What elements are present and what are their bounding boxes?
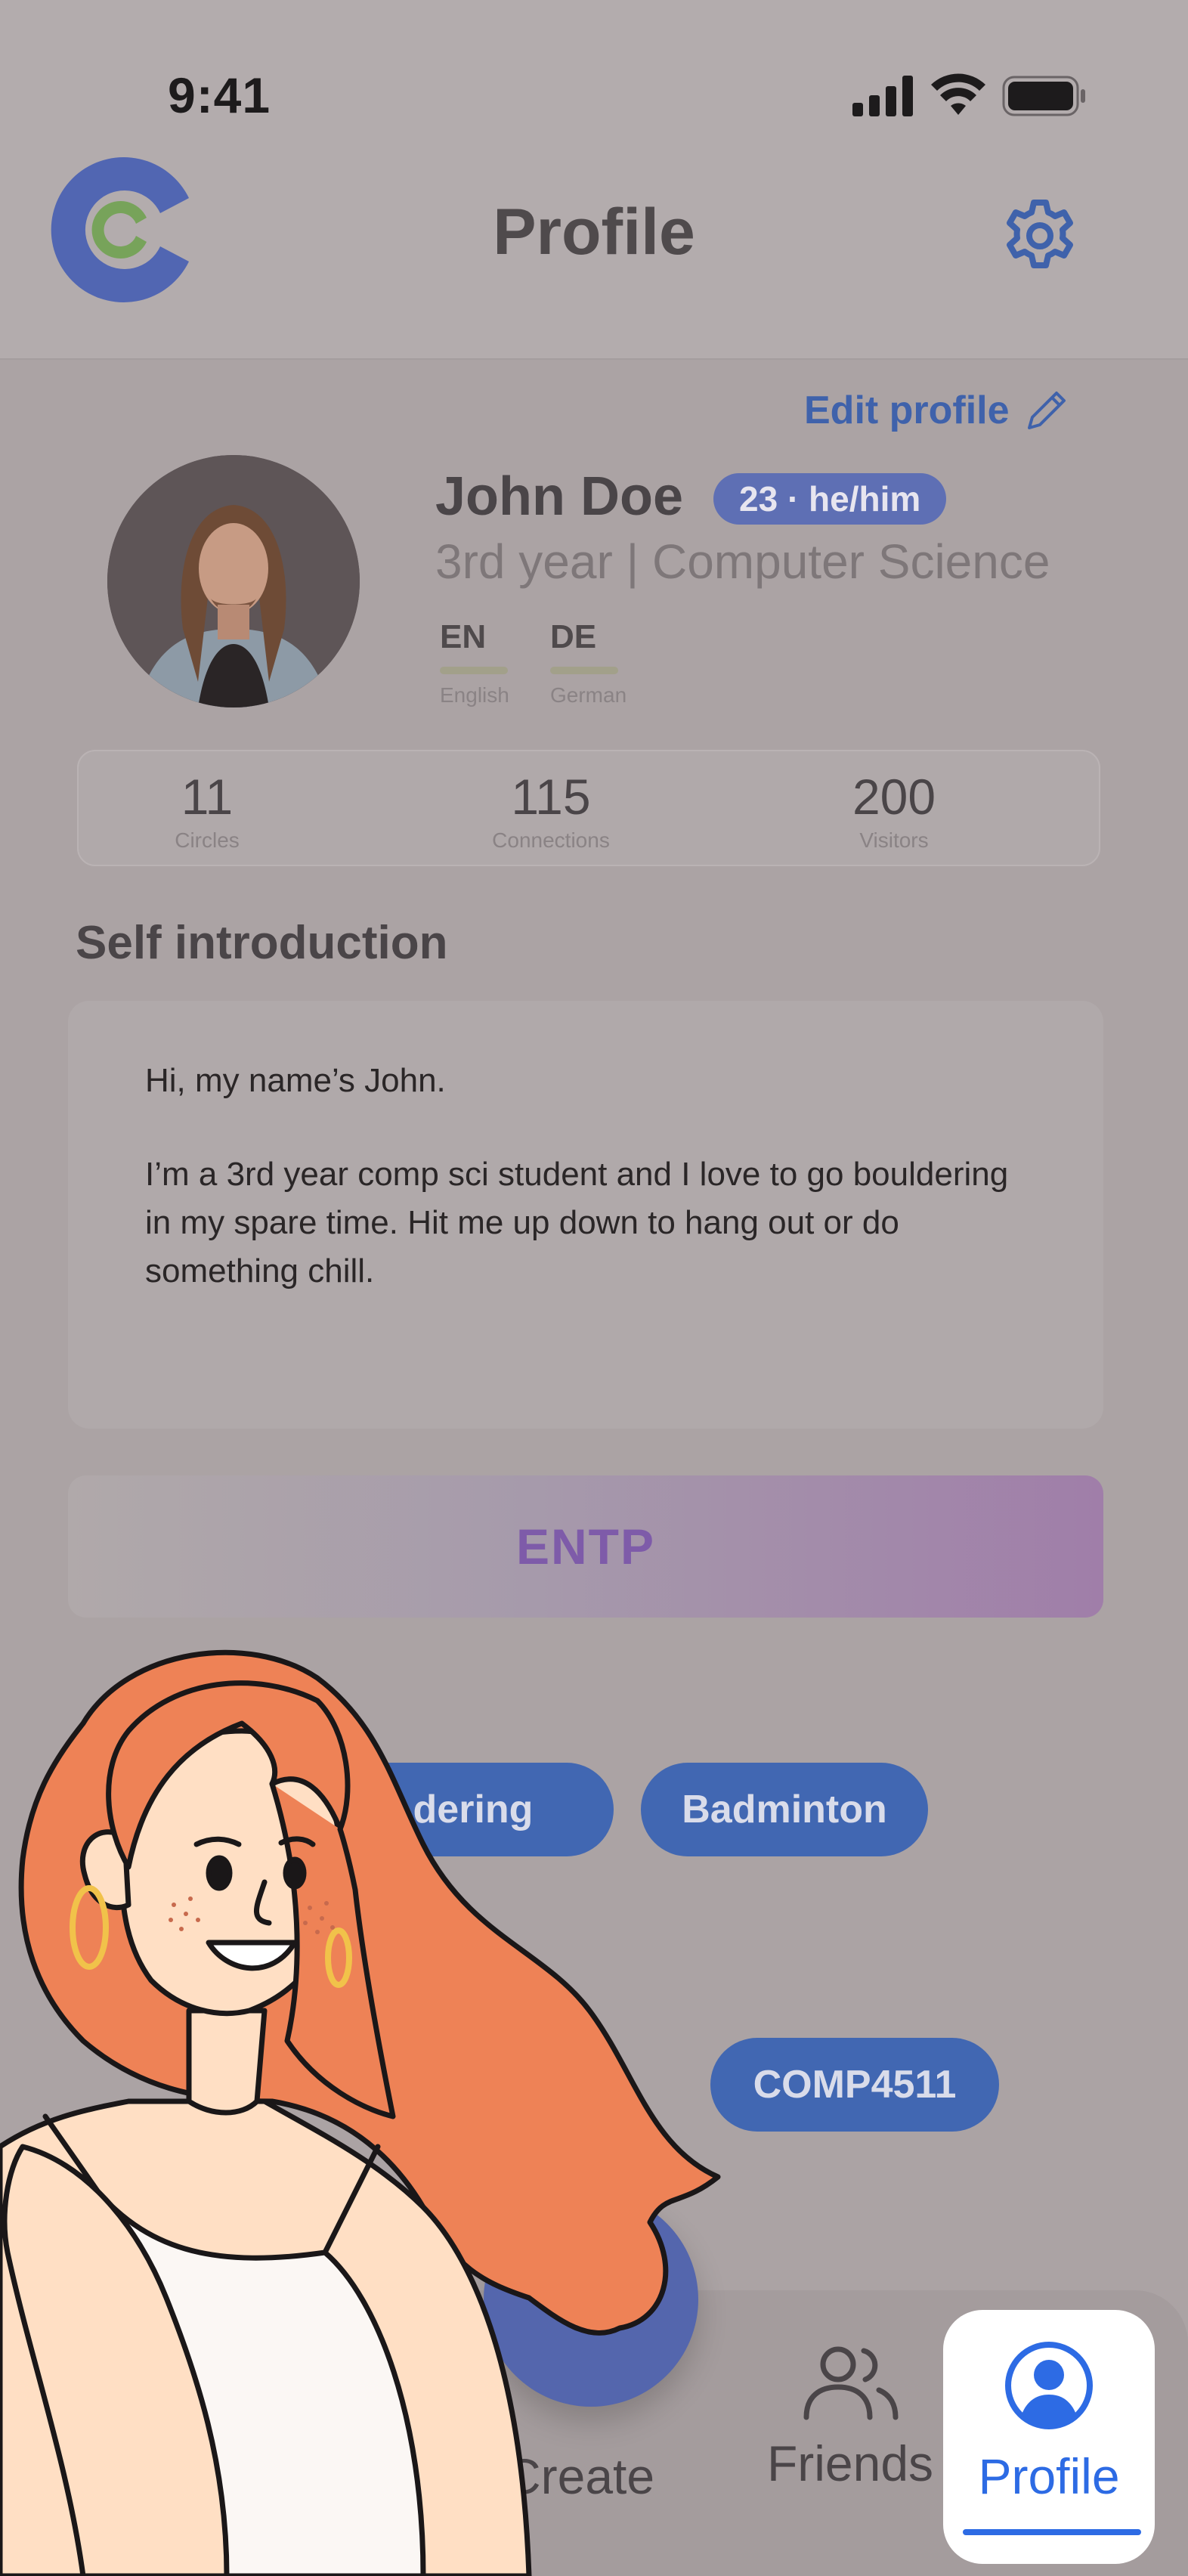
active-tab-indicator [963, 2529, 1141, 2535]
edit-profile-label: Edit profile [804, 389, 1010, 432]
gear-icon[interactable] [1002, 198, 1078, 274]
profile-name: John Doe [435, 466, 684, 527]
battery-icon [1002, 76, 1085, 116]
language-english: EN English [440, 618, 531, 707]
nav-profile-label: Profile [978, 2448, 1120, 2504]
edit-profile-link[interactable]: Edit profile [804, 387, 1070, 434]
stat-label: Circles [175, 828, 240, 852]
nav-friends-label: Friends [766, 2435, 934, 2491]
language-level-bar [550, 667, 618, 674]
self-introduction-body: I’m a 3rd year comp sci student and I lo… [145, 1156, 1009, 1290]
stat-visitors[interactable]: 200 Visitors [781, 768, 1007, 853]
avatar[interactable] [107, 455, 360, 707]
profile-icon [1005, 2342, 1093, 2429]
personality-type-banner: ENTP [68, 1475, 1103, 1618]
stat-label: Visitors [859, 828, 929, 852]
stat-label: Connections [492, 828, 610, 852]
language-level-bar [440, 667, 508, 674]
avatar-photo [107, 455, 360, 707]
self-introduction-heading: Self introduction [76, 917, 448, 969]
stat-value: 115 [511, 769, 591, 825]
wifi-icon [931, 73, 985, 115]
pencil-icon [1027, 392, 1066, 429]
stats-card: 11 Circles 115 Connections 200 Visitors [77, 750, 1100, 866]
nav-friends[interactable]: Friends [763, 2343, 937, 2492]
age-pronoun-badge: 23 · he/him [713, 473, 947, 525]
friends-icon [803, 2346, 899, 2420]
stat-connections[interactable]: 115 Connections [438, 768, 664, 853]
status-time: 9:41 [168, 67, 271, 123]
language-german: DE German [550, 618, 641, 707]
girl-illustration [0, 1649, 721, 2576]
cellular-signal-icon [852, 76, 913, 116]
profile-program: 3rd year | Computer Science [435, 534, 1050, 589]
nav-profile[interactable]: Profile [943, 2310, 1155, 2564]
stat-circles[interactable]: 11 Circles [94, 768, 320, 853]
language-code: EN [440, 618, 487, 655]
language-name: English [440, 683, 509, 707]
stat-value: 11 [181, 769, 234, 825]
language-code: DE [550, 618, 597, 655]
course-chip[interactable]: COMP4511 [710, 2038, 999, 2132]
stat-value: 200 [852, 769, 936, 825]
self-introduction-greeting: Hi, my name’s John. [145, 1062, 446, 1099]
header-divider [0, 358, 1188, 360]
language-name: German [550, 683, 627, 707]
